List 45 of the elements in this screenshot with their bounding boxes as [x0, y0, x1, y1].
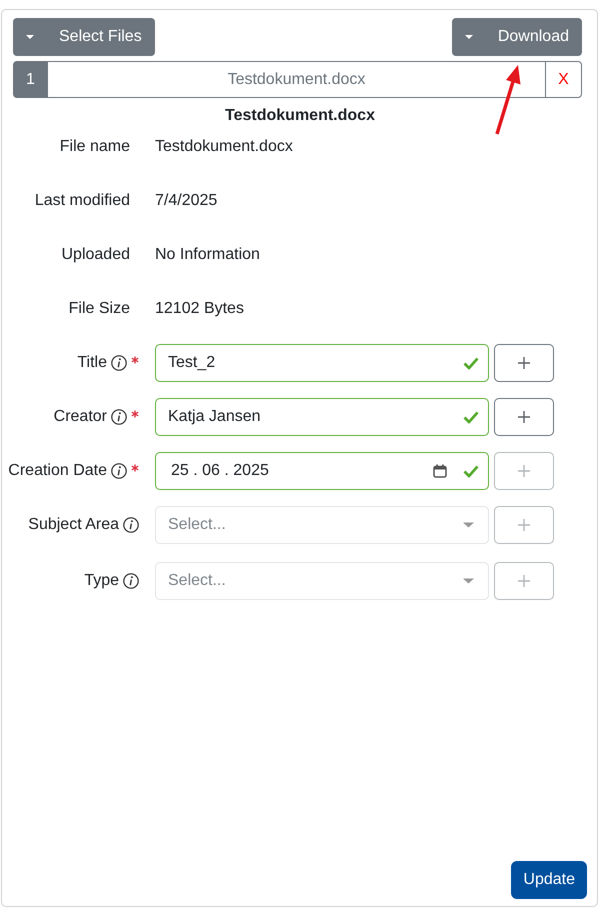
calendar-icon[interactable] — [433, 464, 447, 478]
file-title: Testdokument.docx — [224, 106, 376, 125]
download-button[interactable]: Download — [452, 18, 582, 56]
plus-icon — [518, 357, 530, 369]
select-files-button[interactable]: Select Files — [13, 18, 155, 56]
select-field[interactable]: Select... — [155, 562, 489, 600]
plus-icon — [518, 519, 530, 531]
detail-label: Uploaded — [62, 245, 131, 265]
field-label: Subject Area — [28, 515, 119, 535]
info-icon — [123, 573, 139, 589]
field-label: Title — [77, 353, 107, 373]
field-label: Creation Date — [8, 461, 107, 481]
info-icon — [111, 409, 127, 425]
add-button[interactable] — [494, 344, 554, 382]
update-button[interactable]: Update — [511, 861, 587, 899]
detail-label: File name — [60, 137, 131, 157]
caret-icon — [26, 35, 34, 39]
detail-value: No Information — [155, 245, 260, 265]
check-icon — [463, 356, 479, 370]
caret-icon — [464, 35, 473, 39]
date-field[interactable]: 25 . 06 . 2025 — [155, 452, 489, 490]
detail-value: Testdokument.docx — [155, 137, 293, 157]
detail-value: 12102 Bytes — [155, 299, 244, 319]
select-field[interactable]: Select... — [155, 506, 489, 544]
plus-icon — [518, 575, 530, 587]
check-icon — [463, 464, 479, 478]
field-label: Type — [84, 571, 119, 591]
plus-icon — [518, 465, 530, 477]
file-name-display[interactable]: Testdokument.docx — [48, 61, 545, 98]
detail-label: Last modified — [34, 191, 131, 211]
detail-value: 7/4/2025 — [155, 191, 218, 211]
add-button[interactable] — [494, 398, 554, 436]
field-label: Creator — [54, 407, 107, 427]
file-number: 1 — [13, 61, 48, 98]
dropdown-caret-icon — [463, 522, 474, 528]
dropdown-caret-icon — [463, 578, 474, 584]
plus-icon — [518, 411, 530, 423]
info-icon — [111, 355, 127, 371]
info-icon — [111, 463, 127, 479]
text-field[interactable]: Test_2 — [155, 344, 489, 382]
info-icon — [123, 517, 139, 533]
remove-file-button[interactable]: X — [545, 61, 582, 98]
detail-label: File Size — [68, 299, 131, 319]
text-field[interactable]: Katja Jansen — [155, 398, 489, 436]
check-icon — [463, 410, 479, 424]
